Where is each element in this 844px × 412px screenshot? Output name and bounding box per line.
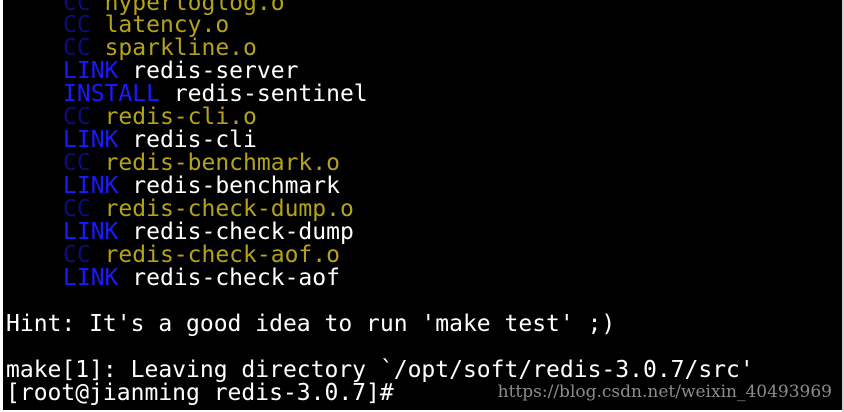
link-tag: LINK bbox=[63, 265, 119, 291]
build-line: CC redis-check-aof.o bbox=[3, 244, 340, 267]
shell-prompt[interactable]: [root@jianming redis-3.0.7]# bbox=[6, 382, 394, 405]
leaving-directory-message: make[1]: Leaving directory `/opt/soft/re… bbox=[6, 357, 754, 383]
build-line: LINK redis-check-aof bbox=[3, 267, 340, 290]
binary-name: redis-check-aof bbox=[132, 265, 340, 291]
watermark: https://blog.csdn.net/weixin_40493969 bbox=[497, 382, 832, 402]
hint-message: Hint: It's a good idea to run 'make test… bbox=[6, 311, 616, 337]
build-line: CC redis-check-dump.o bbox=[3, 198, 354, 221]
build-line: INSTALL redis-sentinel bbox=[3, 83, 368, 106]
build-line: CC redis-cli.o bbox=[3, 106, 257, 129]
build-line: CC latency.o bbox=[3, 14, 229, 37]
build-line: LINK redis-server bbox=[3, 60, 298, 83]
build-line: LINK redis-check-dump bbox=[3, 221, 354, 244]
terminal-window[interactable]: CC hyperloglog.o CC latency.o CC sparkli… bbox=[3, 0, 842, 410]
build-line: CC sparkline.o bbox=[3, 37, 257, 60]
build-line: LINK redis-benchmark bbox=[3, 175, 340, 198]
build-line: LINK redis-cli bbox=[3, 129, 257, 152]
build-line: CC redis-benchmark.o bbox=[3, 152, 340, 175]
